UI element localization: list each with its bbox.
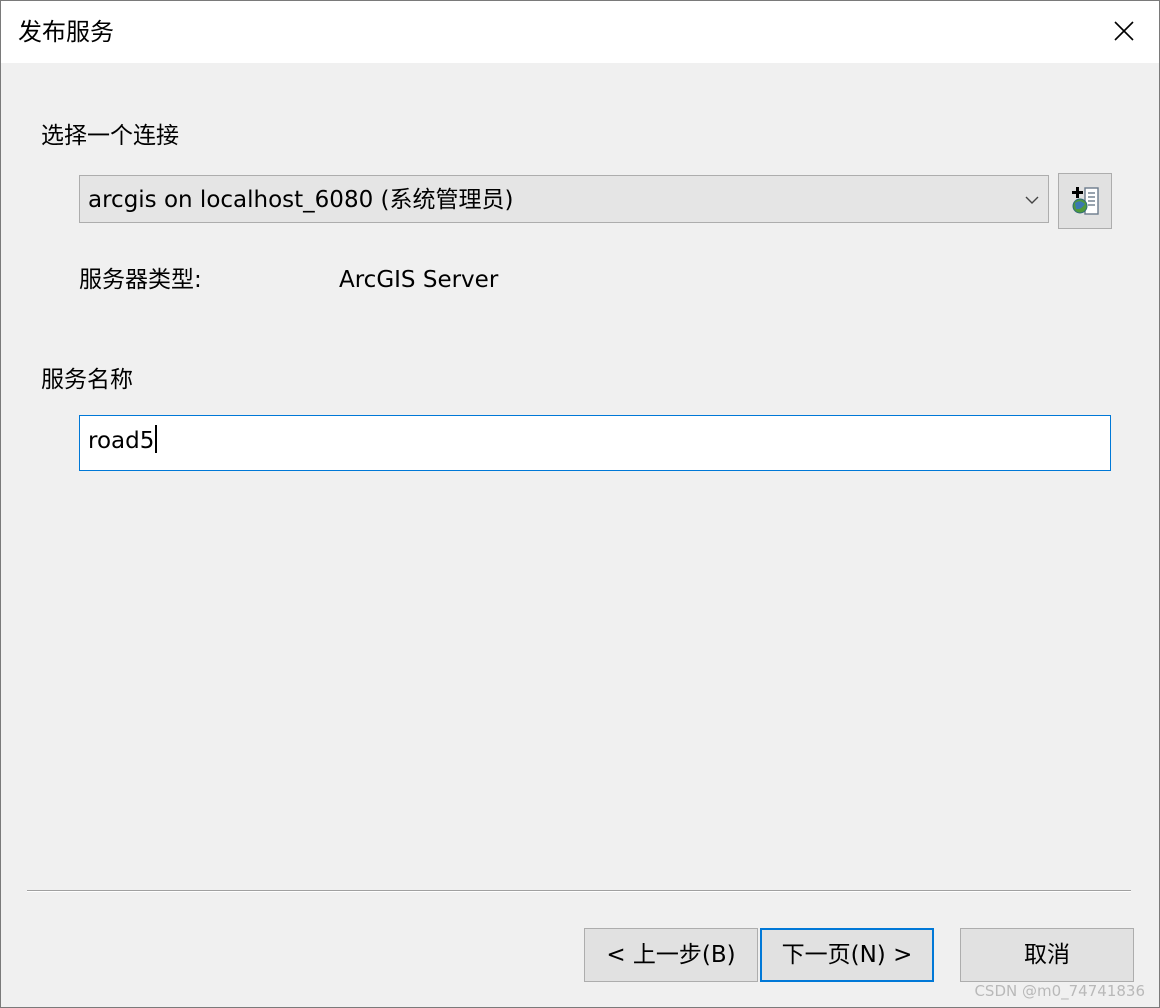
- footer-divider: [27, 890, 1131, 892]
- add-server-connection-icon: [1072, 187, 1099, 215]
- publish-service-dialog: 发布服务 选择一个连接 arcgis on localhost_6080 (系统…: [0, 0, 1160, 1008]
- add-connection-button[interactable]: [1058, 173, 1112, 229]
- connection-dropdown[interactable]: arcgis on localhost_6080 (系统管理员): [79, 175, 1049, 223]
- chevron-down-icon: [1025, 196, 1039, 204]
- connection-selected-value: arcgis on localhost_6080 (系统管理员): [88, 187, 514, 213]
- service-name-input[interactable]: road5: [79, 415, 1111, 471]
- text-caret: [155, 425, 158, 453]
- back-button[interactable]: < 上一步(B): [584, 928, 758, 982]
- cancel-button[interactable]: 取消: [960, 928, 1134, 982]
- connection-section-label: 选择一个连接: [41, 123, 179, 149]
- next-button[interactable]: 下一页(N) >: [760, 928, 934, 982]
- title-bar: 发布服务: [1, 1, 1159, 63]
- close-icon: [1114, 21, 1134, 41]
- service-name-value: road5: [88, 428, 155, 454]
- dialog-title: 发布服务: [18, 18, 114, 46]
- server-type-value: ArcGIS Server: [339, 267, 499, 293]
- service-name-section-label: 服务名称: [41, 367, 133, 393]
- watermark-text: CSDN @m0_74741836: [974, 982, 1145, 1000]
- close-button[interactable]: [1089, 1, 1159, 63]
- server-type-label: 服务器类型:: [79, 267, 202, 293]
